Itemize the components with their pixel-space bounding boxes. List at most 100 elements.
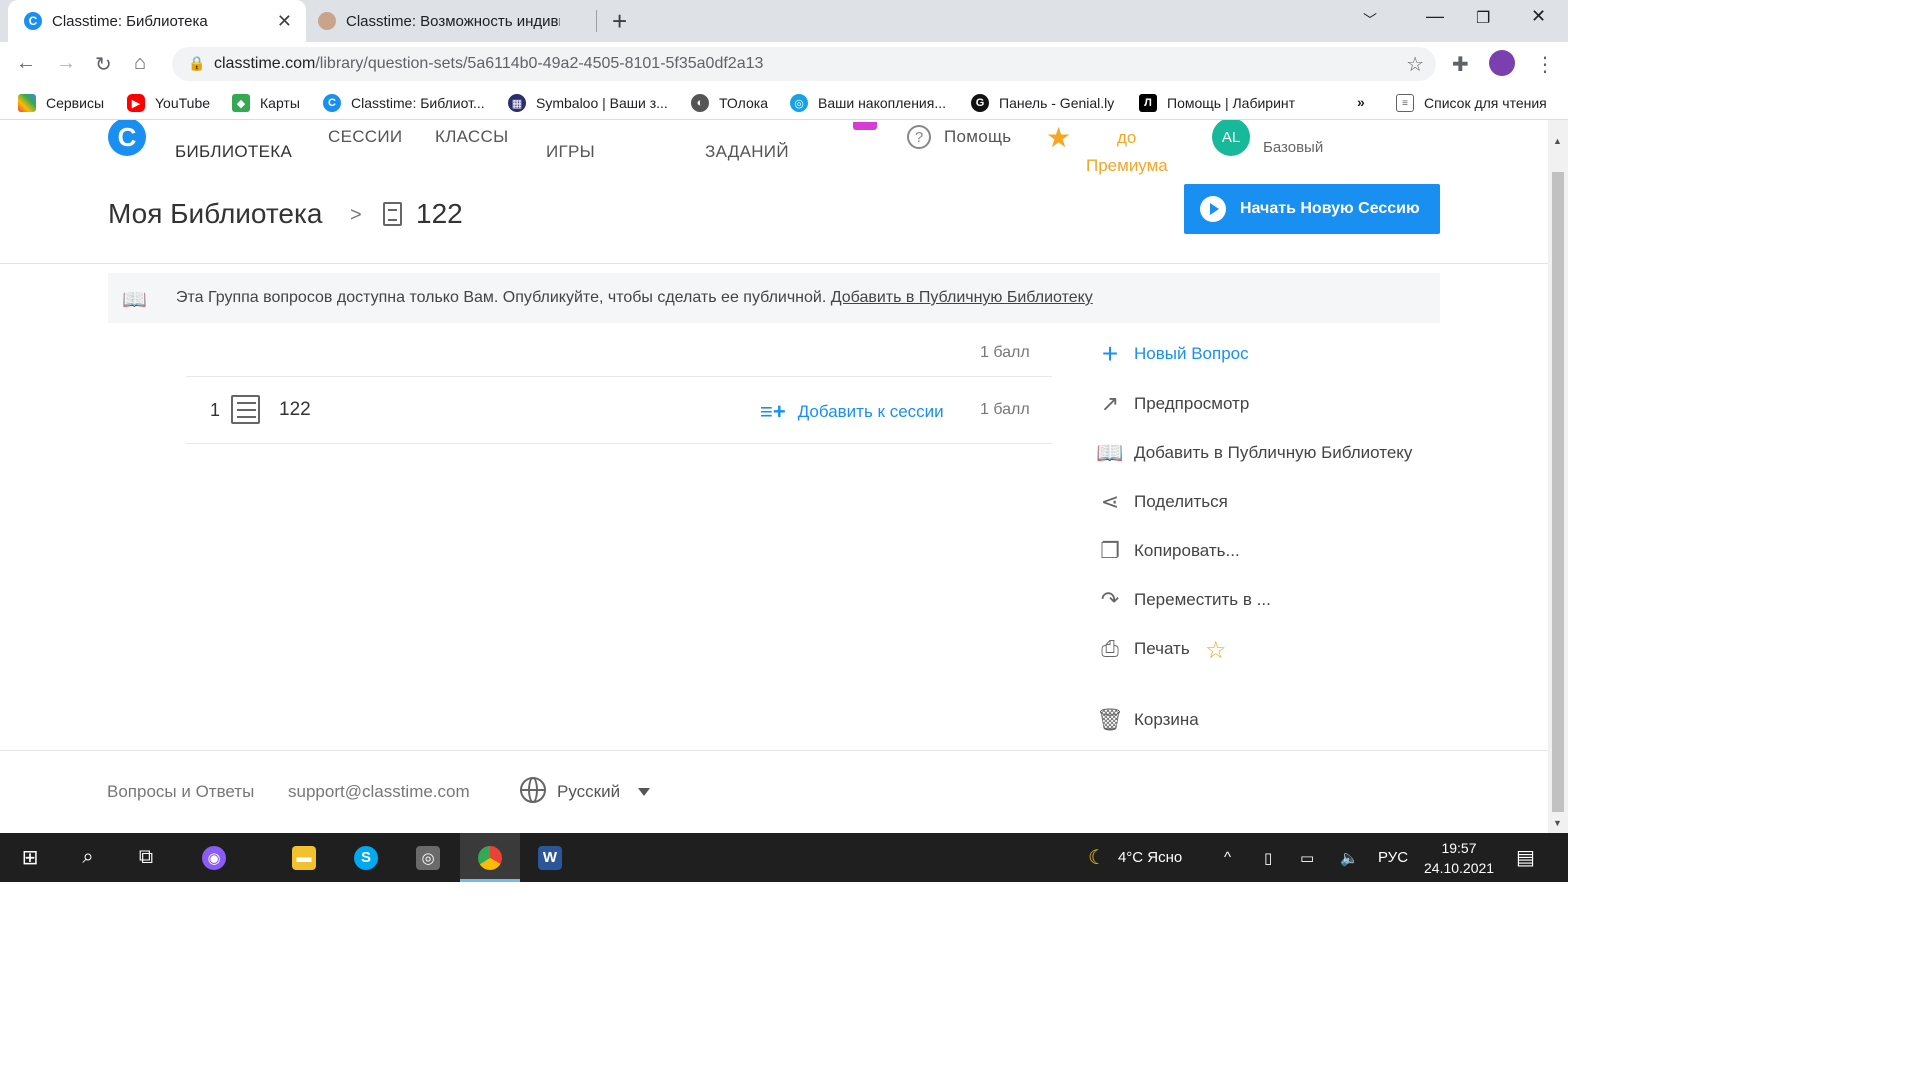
caret-down-icon[interactable] [638, 788, 650, 796]
nav-badge [853, 122, 877, 130]
share-button[interactable]: ⋖ Поделиться [1098, 489, 1228, 514]
move-button[interactable]: ↷ Переместить в ... [1098, 587, 1271, 612]
file-explorer-icon[interactable]: ▬ [274, 833, 334, 882]
restore-icon[interactable]: ❐ [1476, 8, 1490, 28]
user-avatar[interactable]: AL [1212, 120, 1250, 156]
classtime-logo[interactable]: C [108, 120, 146, 156]
menu-dots-icon[interactable]: ⋮ [1535, 52, 1555, 77]
bookmark-genially[interactable]: G Панель - Genial.ly [971, 94, 1114, 112]
playlist-add-icon: ≡+ [760, 399, 786, 424]
move-label: Переместить в ... [1134, 590, 1271, 609]
trash-button[interactable]: 🗑 Корзина [1096, 707, 1199, 732]
premium-line-2[interactable]: Премиума [1086, 156, 1168, 176]
language-select[interactable]: Русский [557, 782, 620, 802]
scroll-down-icon[interactable]: ▼ [1553, 818, 1562, 828]
notifications-icon[interactable]: ▤ [1516, 833, 1535, 882]
reload-icon[interactable]: ↻ [95, 52, 112, 77]
nav-sessions[interactable]: СЕССИИ [328, 127, 402, 147]
bookmark-savings[interactable]: ◎ Ваши накопления... [790, 94, 946, 112]
address-bar[interactable]: 🔒 classtime.com/library/question-sets/5a… [172, 47, 1436, 81]
clock-date: 24.10.2021 [1424, 860, 1495, 876]
chevron-right-icon: > [350, 204, 362, 226]
bookmark-star-icon[interactable]: ☆ [1406, 52, 1424, 77]
page-content: C БИБЛИОТЕКА СЕССИИ КЛАССЫ ИГРЫ ЗАДАНИЙ … [0, 120, 1548, 833]
symbaloo-icon: ▦ [508, 94, 526, 112]
reading-list-icon: ≡ [1396, 94, 1414, 112]
document-icon [383, 202, 402, 226]
new-question-button[interactable]: + Новый Вопрос [1098, 338, 1249, 369]
breadcrumb-my-library[interactable]: Моя Библиотека [108, 198, 322, 230]
copy-button[interactable]: ❐ Копировать... [1098, 538, 1240, 563]
forward-icon[interactable]: → [56, 52, 76, 75]
camera-icon[interactable]: ◎ [398, 833, 458, 882]
search-icon[interactable]: ⌕ [58, 833, 118, 882]
nav-library[interactable]: БИБЛИОТЕКА [175, 142, 292, 162]
preview-button[interactable]: ↗ Предпросмотр [1098, 391, 1250, 416]
premium-line-1[interactable]: до [1117, 128, 1136, 148]
scrollbar-thumb[interactable] [1552, 172, 1564, 812]
skype-icon[interactable]: S [336, 833, 396, 882]
footer-divider [0, 750, 1548, 751]
total-points: 1 балл [980, 344, 1030, 361]
word-icon[interactable]: W [520, 833, 580, 882]
browser-toolbar: ← → ↻ ⌂ 🔒 classtime.com/library/question… [0, 42, 1568, 86]
bookmark-services[interactable]: Сервисы [18, 94, 104, 112]
help-link[interactable]: Помощь [944, 127, 1011, 147]
battery-icon[interactable]: ▭ [1300, 833, 1314, 882]
chrome-icon[interactable] [460, 833, 520, 882]
new-tab-icon[interactable]: + [612, 6, 627, 37]
task-view-icon[interactable]: ⧉ [116, 833, 176, 882]
bookmark-maps[interactable]: ◆ Карты [232, 94, 300, 112]
bookmark-toloka[interactable]: ◐ ТОлока [691, 94, 768, 112]
bookmark-youtube[interactable]: ▶ YouTube [127, 94, 210, 112]
tab-classtime-library[interactable]: C Classtime: Библиотека ✕ [8, 0, 306, 42]
phone-icon[interactable]: ▯ [1264, 833, 1272, 882]
bookmark-label: ТОлока [719, 95, 768, 111]
profile-avatar-icon[interactable] [1489, 50, 1515, 76]
apps-grid-icon [18, 94, 36, 112]
scrollbar[interactable]: ▲ ▼ [1548, 120, 1568, 833]
bookmark-symbaloo[interactable]: ▦ Symbaloo | Ваши з... [508, 94, 668, 112]
add-to-public-library-link[interactable]: Добавить в Публичную Библиотеку [831, 289, 1093, 306]
faq-link[interactable]: Вопросы и Ответы [107, 782, 254, 802]
weather-widget[interactable]: ☾ 4°C Ясно [1088, 833, 1182, 882]
nav-tasks[interactable]: ЗАДАНИЙ [705, 142, 789, 162]
start-windows-icon[interactable]: ⊞ [0, 833, 60, 882]
help-icon[interactable]: ? [907, 125, 931, 149]
savings-icon: ◎ [790, 94, 808, 112]
copy-label: Копировать... [1134, 541, 1240, 560]
close-tab-icon[interactable]: ✕ [277, 11, 292, 32]
question-title[interactable]: 122 [279, 399, 311, 421]
alice-assistant-icon[interactable]: ◉ [184, 833, 244, 882]
divider [0, 263, 1548, 264]
maps-icon: ◆ [232, 94, 250, 112]
print-button[interactable]: ⎙ Печать [1098, 636, 1190, 661]
tray-chevron-icon[interactable]: ^ [1224, 833, 1231, 882]
tab-search-icon[interactable]: ﹀ [1363, 10, 1377, 30]
input-language[interactable]: РУС [1378, 833, 1408, 882]
add-to-session-button[interactable]: ≡+ Добавить к сессии [760, 399, 944, 425]
start-new-session-button[interactable]: Начать Новую Сессию [1184, 184, 1440, 234]
support-email-link[interactable]: support@classtime.com [288, 782, 470, 802]
add-public-library-button[interactable]: 📖 Добавить в Публичную Библиотеку [1096, 440, 1412, 465]
tab-classtime-individual[interactable]: Classtime: Возможность индиви [306, 0, 596, 42]
extensions-icon[interactable]: ✚ [1452, 52, 1469, 77]
bookmark-classtime[interactable]: C Classtime: Библиот... [323, 94, 485, 112]
close-window-icon[interactable]: ✕ [1531, 6, 1546, 27]
volume-icon[interactable]: 🔈 [1340, 833, 1359, 882]
scroll-up-icon[interactable]: ▲ [1553, 136, 1562, 146]
minimize-icon[interactable]: — [1426, 6, 1444, 27]
back-icon[interactable]: ← [16, 52, 36, 75]
bookmark-labirint[interactable]: Л Помощь | Лабиринт [1139, 94, 1295, 112]
bookmark-label: Сервисы [46, 95, 105, 111]
private-notice-banner: 📖 Эта Группа вопросов доступна только Ва… [108, 273, 1440, 323]
system-clock[interactable]: 19:57 24.10.2021 [1424, 838, 1494, 878]
home-icon[interactable]: ⌂ [134, 52, 146, 75]
share-icon: ⋖ [1100, 489, 1120, 514]
reading-list[interactable]: ≡ Список для чтения [1396, 94, 1547, 112]
plus-icon: + [1101, 338, 1119, 369]
nav-classes[interactable]: КЛАССЫ [435, 127, 508, 147]
nav-games[interactable]: ИГРЫ [546, 142, 595, 162]
bookmarks-overflow[interactable]: » [1357, 94, 1365, 110]
clock-time: 19:57 [1441, 840, 1477, 856]
